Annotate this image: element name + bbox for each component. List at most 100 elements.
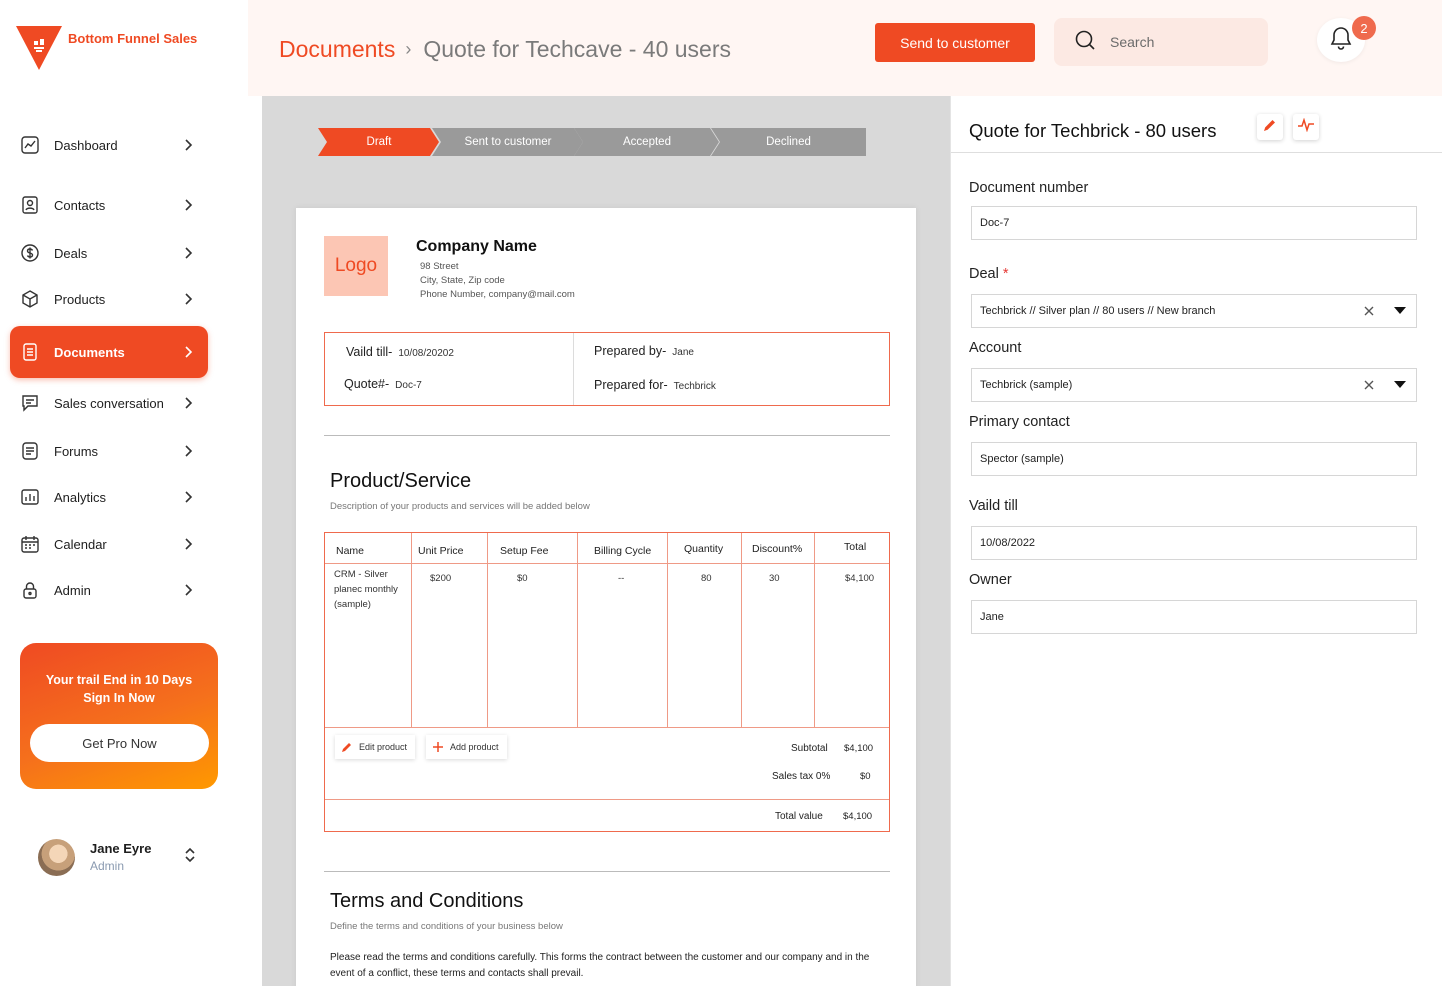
sidebar-item-label: Sales conversation bbox=[54, 395, 164, 411]
step-accepted[interactable]: Accepted bbox=[574, 128, 720, 156]
table-cell-total[interactable]: $4,100 bbox=[845, 571, 874, 586]
chevron-right-icon bbox=[182, 538, 196, 550]
table-cell-setup-fee[interactable]: $0 bbox=[517, 571, 528, 586]
panel-title: Quote for Techbrick - 80 users bbox=[969, 120, 1217, 141]
step-draft[interactable]: Draft bbox=[318, 128, 440, 156]
add-product-button[interactable]: Add product bbox=[426, 735, 507, 759]
edit-button[interactable] bbox=[1257, 114, 1283, 140]
column-divider bbox=[577, 533, 578, 727]
company-address: 98 Street City, State, Zip code Phone Nu… bbox=[420, 260, 575, 302]
sidebar: Bottom Funnel Sales Dashboard Contacts D… bbox=[0, 0, 248, 986]
edit-product-label: Edit product bbox=[359, 742, 408, 752]
dropdown-arrow-icon[interactable] bbox=[1384, 307, 1416, 315]
owner-field[interactable]: Jane bbox=[971, 600, 1417, 634]
sidebar-item-deals[interactable]: Deals bbox=[10, 228, 208, 278]
account-select[interactable]: Techbrick (sample) bbox=[971, 368, 1417, 402]
clear-icon[interactable] bbox=[1354, 306, 1384, 316]
promo-line-2: Sign In Now bbox=[83, 691, 155, 705]
terms-text[interactable]: Please read the terms and conditions car… bbox=[330, 950, 890, 982]
divider bbox=[951, 152, 1442, 153]
document-canvas: Draft Sent to customer Accepted Declined… bbox=[262, 96, 950, 986]
address-line: 98 Street bbox=[420, 261, 459, 272]
valid-till-field[interactable]: 10/08/2022 bbox=[971, 526, 1417, 560]
total-value-amount: $4,100 bbox=[843, 811, 873, 822]
sidebar-item-documents[interactable]: Documents bbox=[10, 326, 208, 378]
sidebar-item-analytics[interactable]: Analytics bbox=[10, 472, 208, 522]
top-header: Documents › Quote for Techcave - 40 user… bbox=[248, 0, 1442, 96]
sidebar-item-label: Contacts bbox=[54, 197, 106, 213]
status-stepper: Draft Sent to customer Accepted Declined bbox=[318, 128, 866, 156]
dashboard-icon bbox=[20, 135, 40, 155]
user-role: Admin bbox=[90, 859, 125, 873]
step-label: Sent to customer bbox=[464, 136, 552, 148]
sidebar-item-products[interactable]: Products bbox=[10, 274, 208, 324]
breadcrumb: Documents › Quote for Techcave - 40 user… bbox=[279, 36, 731, 63]
quote-number-label: Quote#- bbox=[344, 377, 390, 391]
chevron-up-down-icon[interactable] bbox=[184, 846, 196, 869]
table-row-divider bbox=[325, 563, 889, 564]
table-cell-name[interactable]: CRM - Silver planec monthly (sample) bbox=[334, 567, 398, 612]
calendar-icon bbox=[20, 534, 40, 554]
step-label: Declined bbox=[766, 136, 811, 148]
prepared-by-row: Prepared by- Jane bbox=[594, 344, 694, 358]
chevron-right-icon bbox=[182, 199, 196, 211]
prepared-by-value: Jane bbox=[672, 347, 694, 358]
table-cell-quantity[interactable]: 80 bbox=[701, 571, 712, 586]
sidebar-item-forums[interactable]: Forums bbox=[10, 426, 208, 476]
sidebar-item-dashboard[interactable]: Dashboard bbox=[10, 120, 208, 170]
column-header-total: Total bbox=[844, 541, 867, 553]
dropdown-arrow-icon[interactable] bbox=[1384, 381, 1416, 389]
breadcrumb-root-link[interactable]: Documents bbox=[279, 36, 395, 63]
send-to-customer-button[interactable]: Send to customer bbox=[875, 23, 1035, 62]
field-value: Techbrick (sample) bbox=[980, 379, 1073, 391]
box-icon bbox=[20, 289, 40, 309]
get-pro-button[interactable]: Get Pro Now bbox=[30, 724, 209, 762]
sales-tax-value: $0 bbox=[860, 771, 871, 782]
column-divider bbox=[741, 533, 742, 727]
search-icon bbox=[1074, 29, 1096, 56]
sidebar-item-label: Forums bbox=[54, 443, 99, 459]
table-cell-billing-cycle[interactable]: -- bbox=[618, 571, 624, 586]
subtotal-value: $4,100 bbox=[844, 743, 874, 754]
forum-icon bbox=[20, 441, 40, 461]
step-declined[interactable]: Declined bbox=[711, 128, 866, 156]
chevron-right-icon bbox=[182, 397, 196, 409]
brand[interactable]: Bottom Funnel Sales bbox=[16, 24, 197, 70]
step-sent-to-customer[interactable]: Sent to customer bbox=[432, 128, 584, 156]
table-cell-discount[interactable]: 30 bbox=[769, 571, 780, 586]
prepared-for-row: Prepared for- Techbrick bbox=[594, 378, 716, 392]
document-number-field[interactable]: Doc-7 bbox=[971, 206, 1417, 240]
step-label: Accepted bbox=[623, 136, 671, 148]
edit-product-button[interactable]: Edit product bbox=[335, 735, 416, 759]
sales-tax-label: Sales tax 0% bbox=[772, 771, 831, 782]
deal-select[interactable]: Techbrick // Silver plan // 80 users // … bbox=[971, 294, 1417, 328]
chevron-right-icon bbox=[182, 139, 196, 151]
primary-contact-label: Primary contact bbox=[969, 414, 1070, 430]
product-section-subtitle: Description of your products and service… bbox=[330, 501, 590, 512]
company-name[interactable]: Company Name bbox=[416, 238, 537, 256]
search-input[interactable] bbox=[1110, 34, 1240, 50]
primary-contact-field[interactable]: Spector (sample) bbox=[971, 442, 1417, 476]
column-header-name: Name bbox=[336, 545, 365, 557]
bar-chart-icon bbox=[20, 487, 40, 507]
sidebar-item-label: Dashboard bbox=[54, 137, 118, 153]
quote-number-row: Quote#- Doc-7 bbox=[344, 377, 422, 391]
sidebar-item-sales-conversation[interactable]: Sales conversation bbox=[10, 378, 208, 428]
sidebar-item-contacts[interactable]: Contacts bbox=[10, 180, 208, 230]
brand-logo-icon bbox=[16, 24, 62, 70]
user-profile[interactable]: Jane Eyre Admin bbox=[38, 837, 208, 877]
company-logo-placeholder[interactable]: Logo bbox=[324, 236, 388, 296]
account-label: Account bbox=[969, 340, 1022, 356]
chevron-right-icon bbox=[182, 293, 196, 305]
quote-details-panel: Quote for Techbrick - 80 users Document … bbox=[950, 96, 1442, 986]
sidebar-item-calendar[interactable]: Calendar bbox=[10, 519, 208, 569]
sidebar-item-admin[interactable]: Admin bbox=[10, 565, 208, 615]
search-box[interactable] bbox=[1054, 18, 1268, 66]
prepared-for-value: Techbrick bbox=[673, 381, 716, 392]
chevron-right-icon bbox=[182, 491, 196, 503]
app-root: Bottom Funnel Sales Dashboard Contacts D… bbox=[0, 0, 1442, 986]
activity-button[interactable] bbox=[1293, 114, 1319, 140]
table-cell-unit-price[interactable]: $200 bbox=[430, 571, 451, 586]
clear-icon[interactable] bbox=[1354, 380, 1384, 390]
sidebar-item-label: Products bbox=[54, 291, 106, 307]
